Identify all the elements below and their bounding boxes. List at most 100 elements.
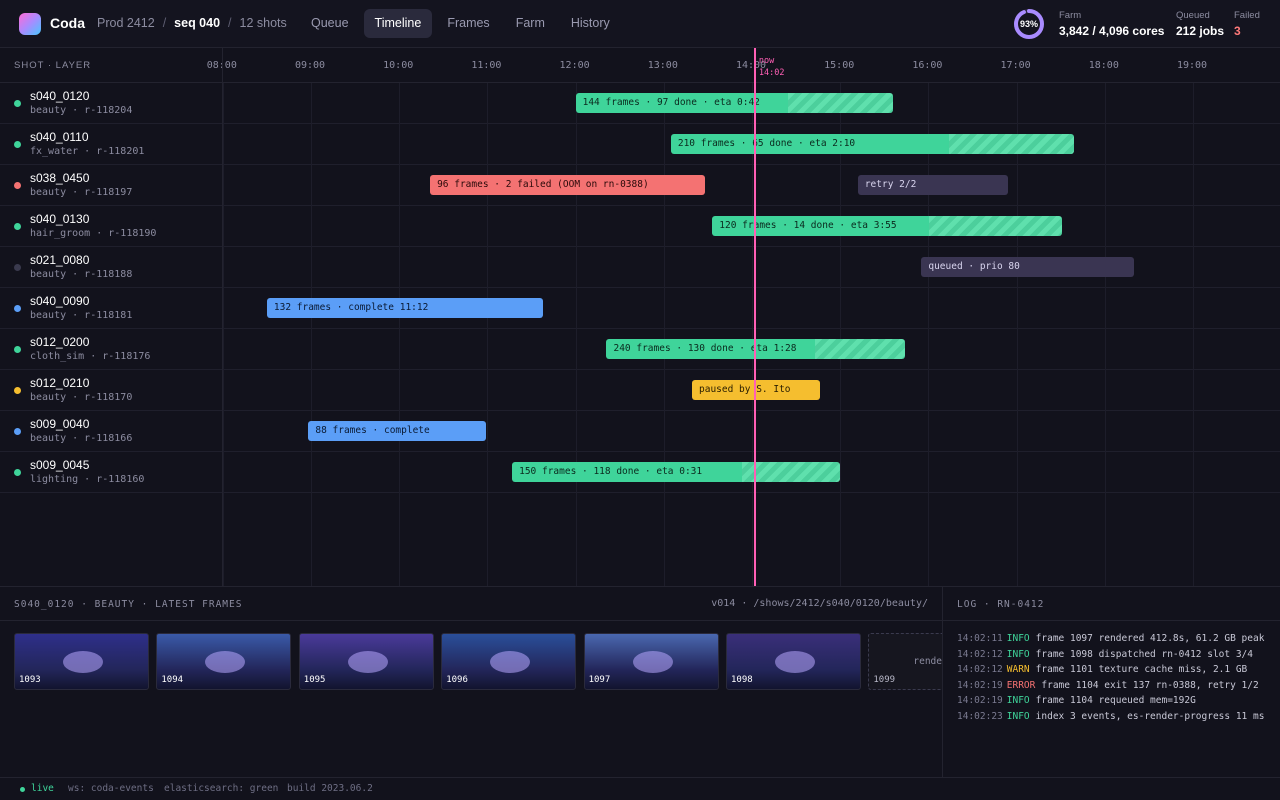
render-job-label: 96 frames · 2 failed (OOM on rn-0388) [437,179,649,190]
log-level: WARN [1006,664,1030,675]
render-job-bar-complete[interactable]: 88 frames · complete [308,421,486,441]
frame-preview-image [63,651,103,673]
render-job-bar-queued[interactable]: retry 2/2 [857,175,1008,195]
frame-number: 1096 [446,675,468,685]
shot-name: s038_0450 [30,171,90,185]
tab-history[interactable]: History [560,9,621,38]
frame-number: 1094 [161,675,184,685]
gridline [1016,83,1018,586]
queued-value: 212 jobs [1176,24,1225,38]
tab-frames[interactable]: Frames [436,9,500,38]
frame-preview-image [775,651,815,673]
frame-thumbnail[interactable]: 1097 [583,633,719,690]
gridline [840,83,842,586]
frames-output-path: v014 · /shows/2412/s040/0120/beauty/ [711,598,928,609]
gridline [1193,83,1194,586]
breadcrumb-sequence[interactable]: seq 040 [174,16,220,30]
shot-name: s040_0090 [30,294,90,308]
latest-frames-panel: S040_0120 · BEAUTY · LATEST FRAMES v014 … [0,586,942,777]
timeline-track-area[interactable]: 144 frames · 97 done · eta 0:42 210 frame… [222,48,1280,586]
status-dot [14,305,21,312]
frames-panel-header: S040_0120 · BEAUTY · LATEST FRAMES [14,599,243,610]
live-status: live [31,783,54,794]
log-timestamp: 14:02:23 [957,710,1003,722]
render-job-label: 210 frames · 65 done · eta 2:10 [677,138,856,149]
gridline [223,83,224,586]
layer-and-render-id: beauty · r-118188 [30,269,133,280]
log-line: 14:02:19 INFO frame 1104 requeued mem=192G [957,695,1196,706]
now-text: now [758,56,775,66]
layer-and-render-id: lighting · r-118160 [30,474,145,485]
render-job-bar-running[interactable]: 120 frames · 14 done · eta 3:55 [712,216,1063,236]
render-job-bar-running[interactable]: 210 frames · 65 done · eta 2:10 [670,134,1074,154]
frame-number: 1093 [19,675,41,685]
layer-and-render-id: beauty · r-118181 [30,310,133,321]
tab-queue[interactable]: Queue [300,9,360,38]
layer-and-render-id: cloth_sim · r-118176 [30,351,151,362]
frame-thumbnail[interactable]: 1095 [298,633,434,690]
frame-preview-image [347,651,388,673]
frame-number: 1099 [873,675,896,685]
render-job-bar-running[interactable]: 144 frames · 97 done · eta 0:42 [575,93,894,113]
frame-thumbnail[interactable]: 1094 [156,633,292,690]
log-message: frame 1097 rendered 412.8s, 61.2 GB peak [1035,633,1265,644]
log-timestamp: 14:02:11 [957,633,1003,644]
status-dot [14,264,21,271]
farm-label: Farm [1059,10,1082,21]
log-level: INFO [1006,648,1030,660]
frame-number: 1097 [588,675,611,685]
log-message: frame 1098 dispatched rn-0412 slot 3/4 [1035,648,1253,660]
frame-thumbnail[interactable]: 1096 [441,633,577,690]
shot-name: s012_0200 [30,335,90,349]
render-job-bar-complete[interactable]: 132 frames · complete 11:12 [266,298,543,318]
render-job-bar-failed[interactable]: 96 frames · 2 failed (OOM on rn-0388) [430,175,706,195]
gridline [487,83,489,586]
failed-value: 3 [1234,24,1241,38]
gridline [311,83,312,586]
render-job-label: 120 frames · 14 done · eta 3:55 [719,220,897,231]
status-dot [14,346,21,353]
render-job-bar-running[interactable]: 150 frames · 118 done · eta 0:31 [512,462,841,482]
farm-utilization-label: 93% [1019,19,1038,29]
shot-layer-column-header: SHOT · LAYER [14,60,92,71]
layer-and-render-id: hair_groom · r-118190 [30,228,157,239]
log-message: frame 1101 texture cache miss, 2.1 GB [1035,664,1248,675]
gridline [399,83,401,586]
now-marker-label: now 14:02 [759,55,785,79]
layer-and-render-id: beauty · r-118170 [30,392,133,403]
top-bar: Coda Prod 2412 / seq 040 / 12 shots Queue Tim… [0,0,1280,48]
breadcrumb-production[interactable]: Prod 2412 [97,16,155,30]
render-job-label: queued · prio 80 [928,261,1020,272]
app-logo[interactable] [19,13,41,35]
log-panel: LOG · RN-0412 14:02:11 INFO frame 1097 ren… [942,586,1280,777]
frame-thumbnail[interactable]: 1093 [14,633,149,690]
log-level: INFO [1006,695,1030,706]
log-line: 14:02:12 WARN frame 1101 texture cache mis… [957,664,1247,675]
main-tabs: Queue Timeline Frames Farm History [300,9,621,38]
frame-thumbnail[interactable]: render 1099 [868,633,942,690]
farm-stat: Farm 3,842 / 4,096 cores [1059,10,1164,38]
tab-timeline[interactable]: Timeline [363,9,433,38]
render-job-label: 144 frames · 97 done · eta 0:42 [582,97,760,108]
divider [0,620,942,621]
failed-stat[interactable]: Failed 3 [1234,10,1260,38]
now-marker [753,48,756,586]
log-timestamp: 14:02:12 [957,648,1003,660]
gridline [575,83,577,586]
gridline [663,83,665,586]
tab-farm[interactable]: Farm [505,9,556,38]
status-dot [14,428,21,435]
render-job-bar-queued[interactable]: queued · prio 80 [921,257,1134,277]
status-dot [14,387,21,394]
render-job-label: retry 2/2 [864,179,917,190]
layer-and-render-id: beauty · r-118197 [30,187,133,198]
log-timestamp: 14:02:19 [957,679,1003,691]
frame-thumbnail[interactable]: 1098 [726,633,861,690]
log-message: frame 1104 requeued mem=192G [1035,695,1196,706]
log-level: ERROR [1006,679,1036,691]
log-line: 14:02:12 INFO frame 1098 dispatched rn-041… [957,649,1253,660]
render-job-label: 240 frames · 130 done · eta 1:28 [613,343,797,354]
render-job-bar-paused[interactable]: paused by S. Ito [692,380,820,400]
build-version: build 2023.06.2 [287,783,373,794]
live-indicator-dot [20,787,25,792]
